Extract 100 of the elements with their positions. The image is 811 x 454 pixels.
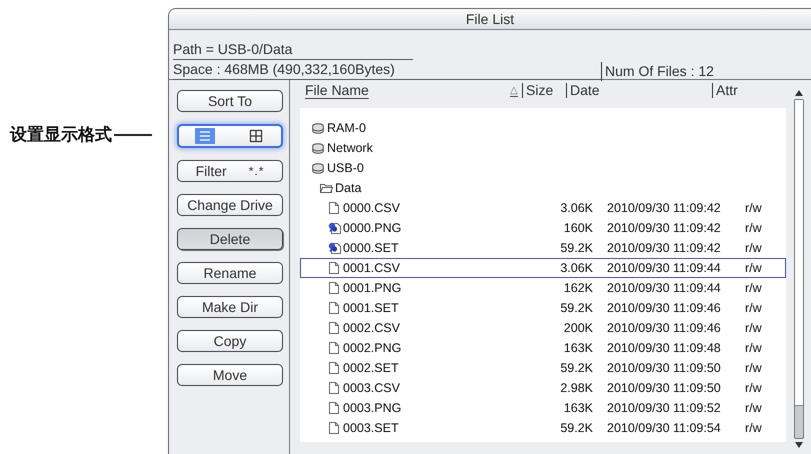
leader-line xyxy=(114,134,152,136)
callout-label: 设置显示格式 xyxy=(10,124,112,146)
file-size: 59.2K xyxy=(559,301,593,315)
file-row[interactable]: 0001.CSV 3.06K 2010/09/30 11:09:44 r/w xyxy=(300,258,786,278)
action-button[interactable]: Delete xyxy=(177,228,283,250)
action-button[interactable]: Rename xyxy=(177,262,283,284)
file-date: 2010/09/30 11:09:46 xyxy=(607,301,722,315)
file-name: 0000.PNG xyxy=(343,221,402,235)
file-row[interactable]: 0003.SET 59.2K 2010/09/30 11:09:54 r/w xyxy=(300,418,786,438)
file-name: 0003.PNG xyxy=(343,401,402,415)
file-attribute: r/w xyxy=(745,301,763,315)
sort-indicator[interactable]: △ xyxy=(510,82,518,98)
file-row[interactable]: 0003.CSV 2.98K 2010/09/30 11:09:50 r/w xyxy=(300,378,786,398)
document-icon xyxy=(329,262,339,274)
file-name: 0000.CSV xyxy=(343,201,400,215)
column-header[interactable]: Size xyxy=(522,82,566,98)
file-name: 0003.SET xyxy=(343,421,399,435)
file-name: 0000.SET xyxy=(343,241,399,255)
file-size: 160K xyxy=(562,221,593,235)
action-button[interactable]: Make Dir xyxy=(177,296,283,318)
pinned-document-icon xyxy=(328,222,340,234)
document-icon xyxy=(329,322,339,334)
file-row[interactable]: 0000.CSV 3.06K 2010/09/30 11:09:42 r/w xyxy=(300,198,786,218)
drive-name: Network xyxy=(327,141,373,155)
file-date: 2010/09/30 11:09:42 xyxy=(607,221,722,235)
drive-name: RAM-0 xyxy=(327,121,366,135)
list-view-icon[interactable] xyxy=(194,128,214,144)
file-row[interactable]: 0000.PNG 160K 2010/09/30 11:09:42 r/w xyxy=(300,218,786,238)
space-label: Space : 468MB (490,332,160Bytes) xyxy=(173,60,601,80)
display-format-toggle[interactable] xyxy=(177,124,283,148)
file-row[interactable]: 0002.PNG 163K 2010/09/30 11:09:48 r/w xyxy=(300,338,786,358)
file-name: 0002.SET xyxy=(343,361,399,375)
drive-icon xyxy=(312,142,324,154)
file-attribute: r/w xyxy=(745,261,763,275)
file-row[interactable]: 0000.SET 59.2K 2010/09/30 11:09:42 r/w xyxy=(300,238,786,258)
document-icon xyxy=(329,422,339,434)
file-name: 0002.CSV xyxy=(343,321,400,335)
file-attribute: r/w xyxy=(745,281,763,295)
file-attribute: r/w xyxy=(745,221,763,235)
file-name: 0003.CSV xyxy=(343,381,400,395)
drive-icon xyxy=(312,122,324,134)
file-attribute: r/w xyxy=(745,201,763,215)
scrollbar[interactable] xyxy=(794,99,804,439)
file-date: 2010/09/30 11:09:50 xyxy=(607,361,722,375)
file-size: 59.2K xyxy=(559,421,593,435)
file-date: 2010/09/30 11:09:44 xyxy=(607,281,722,295)
path-label: Path = USB-0/Data xyxy=(173,40,413,60)
folder-icon xyxy=(320,183,332,193)
drive-name: USB-0 xyxy=(327,161,364,175)
file-size: 59.2K xyxy=(559,241,593,255)
filter-button[interactable]: Filter *.* xyxy=(177,160,283,182)
document-icon xyxy=(329,202,339,214)
file-row[interactable]: 0001.SET 59.2K 2010/09/30 11:09:46 r/w xyxy=(300,298,786,318)
file-name: 0001.SET xyxy=(343,301,399,315)
column-header[interactable]: Date xyxy=(566,82,712,98)
folder-item[interactable]: Data xyxy=(300,178,786,198)
document-icon xyxy=(329,342,339,354)
drive-item[interactable]: RAM-0 xyxy=(300,118,786,138)
column-header[interactable]: File Name △ xyxy=(302,82,522,98)
action-button[interactable]: Copy xyxy=(177,330,283,352)
document-icon xyxy=(329,282,339,294)
drive-item[interactable]: USB-0 xyxy=(300,158,786,178)
file-size: 163K xyxy=(562,341,593,355)
file-size: 2.98K xyxy=(559,381,593,395)
scroll-up-icon[interactable] xyxy=(795,90,803,96)
document-icon xyxy=(329,402,339,414)
file-row[interactable]: 0003.PNG 163K 2010/09/30 11:09:52 r/w xyxy=(300,398,786,418)
file-row[interactable]: 0001.PNG 162K 2010/09/30 11:09:44 r/w xyxy=(300,278,786,298)
folder-name: Data xyxy=(335,181,362,195)
scroll-down-icon[interactable] xyxy=(795,442,803,448)
file-date: 2010/09/30 11:09:48 xyxy=(607,341,722,355)
file-attribute: r/w xyxy=(745,381,763,395)
file-date: 2010/09/30 11:09:46 xyxy=(607,321,722,335)
file-count-label: Num Of Files : 12 xyxy=(601,62,714,81)
action-button[interactable]: Move xyxy=(177,364,283,386)
document-icon xyxy=(329,302,339,314)
file-date: 2010/09/30 11:09:42 xyxy=(607,201,722,215)
file-row[interactable]: 0002.CSV 200K 2010/09/30 11:09:46 r/w xyxy=(300,318,786,338)
pinned-document-icon xyxy=(328,242,340,254)
column-header[interactable]: Attr xyxy=(712,82,751,98)
file-attribute: r/w xyxy=(745,321,763,335)
file-attribute: r/w xyxy=(745,401,763,415)
file-date: 2010/09/30 11:09:52 xyxy=(607,401,722,415)
action-button[interactable]: Change Drive xyxy=(177,194,283,216)
file-size: 59.2K xyxy=(559,361,593,375)
file-name: 0001.CSV xyxy=(343,261,400,275)
file-attribute: r/w xyxy=(745,241,763,255)
file-attribute: r/w xyxy=(745,361,763,375)
drive-item[interactable]: Network xyxy=(300,138,786,158)
file-date: 2010/09/30 11:09:54 xyxy=(607,421,722,435)
file-name: 0001.PNG xyxy=(343,281,402,295)
file-date: 2010/09/30 11:09:44 xyxy=(607,261,722,275)
file-row[interactable]: 0002.SET 59.2K 2010/09/30 11:09:50 r/w xyxy=(300,358,786,378)
document-icon xyxy=(329,362,339,374)
document-icon xyxy=(329,382,339,394)
window-title: File List xyxy=(466,11,514,27)
drive-icon xyxy=(312,162,324,174)
file-size: 162K xyxy=(562,281,593,295)
action-button[interactable]: Sort To xyxy=(177,90,283,112)
file-attribute: r/w xyxy=(745,341,763,355)
